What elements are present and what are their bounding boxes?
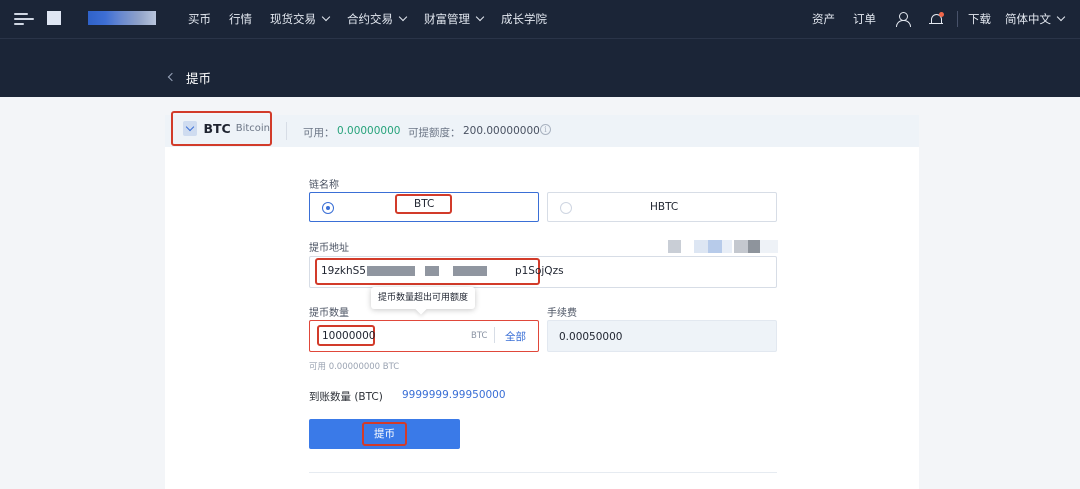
withdraw-card: BTC Bitcoin 可用： 0.00000000 可提额度： 200.000… [165, 111, 919, 489]
top-nav: 买币 行情 现货交易 合约交易 财富管理 成长学院 资产 订单 下载 简体中文 [0, 0, 1080, 38]
arrival-value: 9999999.99950000 [402, 389, 506, 401]
blurred-link[interactable] [668, 240, 778, 253]
amount-value: 10000000 [322, 330, 376, 342]
chevron-left-icon[interactable] [167, 72, 177, 82]
chevron-down-icon [1056, 12, 1066, 22]
address-label: 提币地址 [309, 243, 349, 254]
fee-label: 手续费 [547, 308, 577, 319]
radio-selected-icon [322, 202, 334, 214]
language-selector[interactable]: 简体中文 [1005, 11, 1066, 27]
logo-icon[interactable] [47, 11, 61, 25]
address-value: 19zkhS5 p1SojQzs [321, 265, 564, 277]
coin-symbol: BTC [203, 121, 231, 136]
chain-option-hbtc[interactable]: HBTC [547, 192, 777, 222]
coin-selector[interactable]: BTC Bitcoin [171, 111, 272, 146]
page-header: 提币 [0, 38, 1080, 97]
chain-label: 链名称 [309, 180, 339, 191]
submit-label: 提币 [362, 422, 407, 446]
address-mask [425, 266, 439, 276]
menu-icon[interactable] [14, 11, 34, 27]
radio-unselected-icon [560, 202, 572, 214]
all-button[interactable]: 全部 [505, 329, 526, 344]
coin-name: Bitcoin [235, 123, 270, 134]
amount-unit: BTC [471, 331, 488, 341]
amount-label: 提币数量 [309, 308, 349, 319]
nav-links: 买币 行情 现货交易 合约交易 财富管理 成长学院 [188, 0, 565, 38]
divider [286, 122, 287, 140]
logo-blurred[interactable] [88, 11, 156, 25]
chevron-down-icon [183, 121, 198, 136]
nav-contract-trading[interactable]: 合约交易 [347, 11, 408, 27]
chevron-down-icon [398, 12, 408, 22]
withdraw-limit-value: 200.00000000 [463, 125, 540, 137]
arrival-label: 到账数量 (BTC) [309, 391, 383, 403]
nav-wealth-management[interactable]: 财富管理 [424, 11, 485, 27]
nav-orders[interactable]: 订单 [853, 11, 876, 27]
submit-button[interactable]: 提币 [309, 419, 460, 449]
chevron-down-icon [475, 12, 485, 22]
chain-option-label: BTC [395, 194, 453, 214]
user-icon[interactable] [896, 12, 911, 27]
available-label: 可用： [303, 127, 335, 139]
available-value: 0.00000000 [337, 125, 401, 137]
chain-option-label: HBTC [650, 201, 679, 213]
page-title: 提币 [186, 71, 212, 86]
info-icon[interactable]: i [540, 124, 551, 135]
nav-right: 资产 订单 下载 简体中文 [812, 0, 1080, 38]
nav-divider [957, 11, 958, 27]
notification-dot [939, 11, 944, 17]
nav-spot-trading[interactable]: 现货交易 [270, 11, 331, 27]
chevron-down-icon [321, 12, 331, 22]
nav-markets[interactable]: 行情 [229, 11, 252, 27]
nav-assets[interactable]: 资产 [812, 11, 835, 27]
coin-bar: BTC Bitcoin 可用： 0.00000000 可提额度： 200.000… [165, 111, 919, 147]
chain-option-btc[interactable]: BTC [309, 192, 539, 222]
withdraw-limit-label: 可提额度： [408, 127, 461, 139]
nav-buy-crypto[interactable]: 买币 [188, 11, 211, 27]
nav-download[interactable]: 下载 [968, 11, 991, 27]
available-hint: 可用 0.00000000 BTC [309, 362, 400, 372]
divider [494, 327, 495, 343]
error-tooltip: 提币数量超出可用额度 [371, 287, 475, 309]
address-mask [367, 266, 415, 276]
nav-academy[interactable]: 成长学院 [501, 11, 547, 27]
address-mask [453, 266, 487, 276]
bell-icon[interactable] [929, 11, 944, 27]
fee-value: 0.00050000 [559, 331, 623, 343]
divider [309, 472, 777, 473]
